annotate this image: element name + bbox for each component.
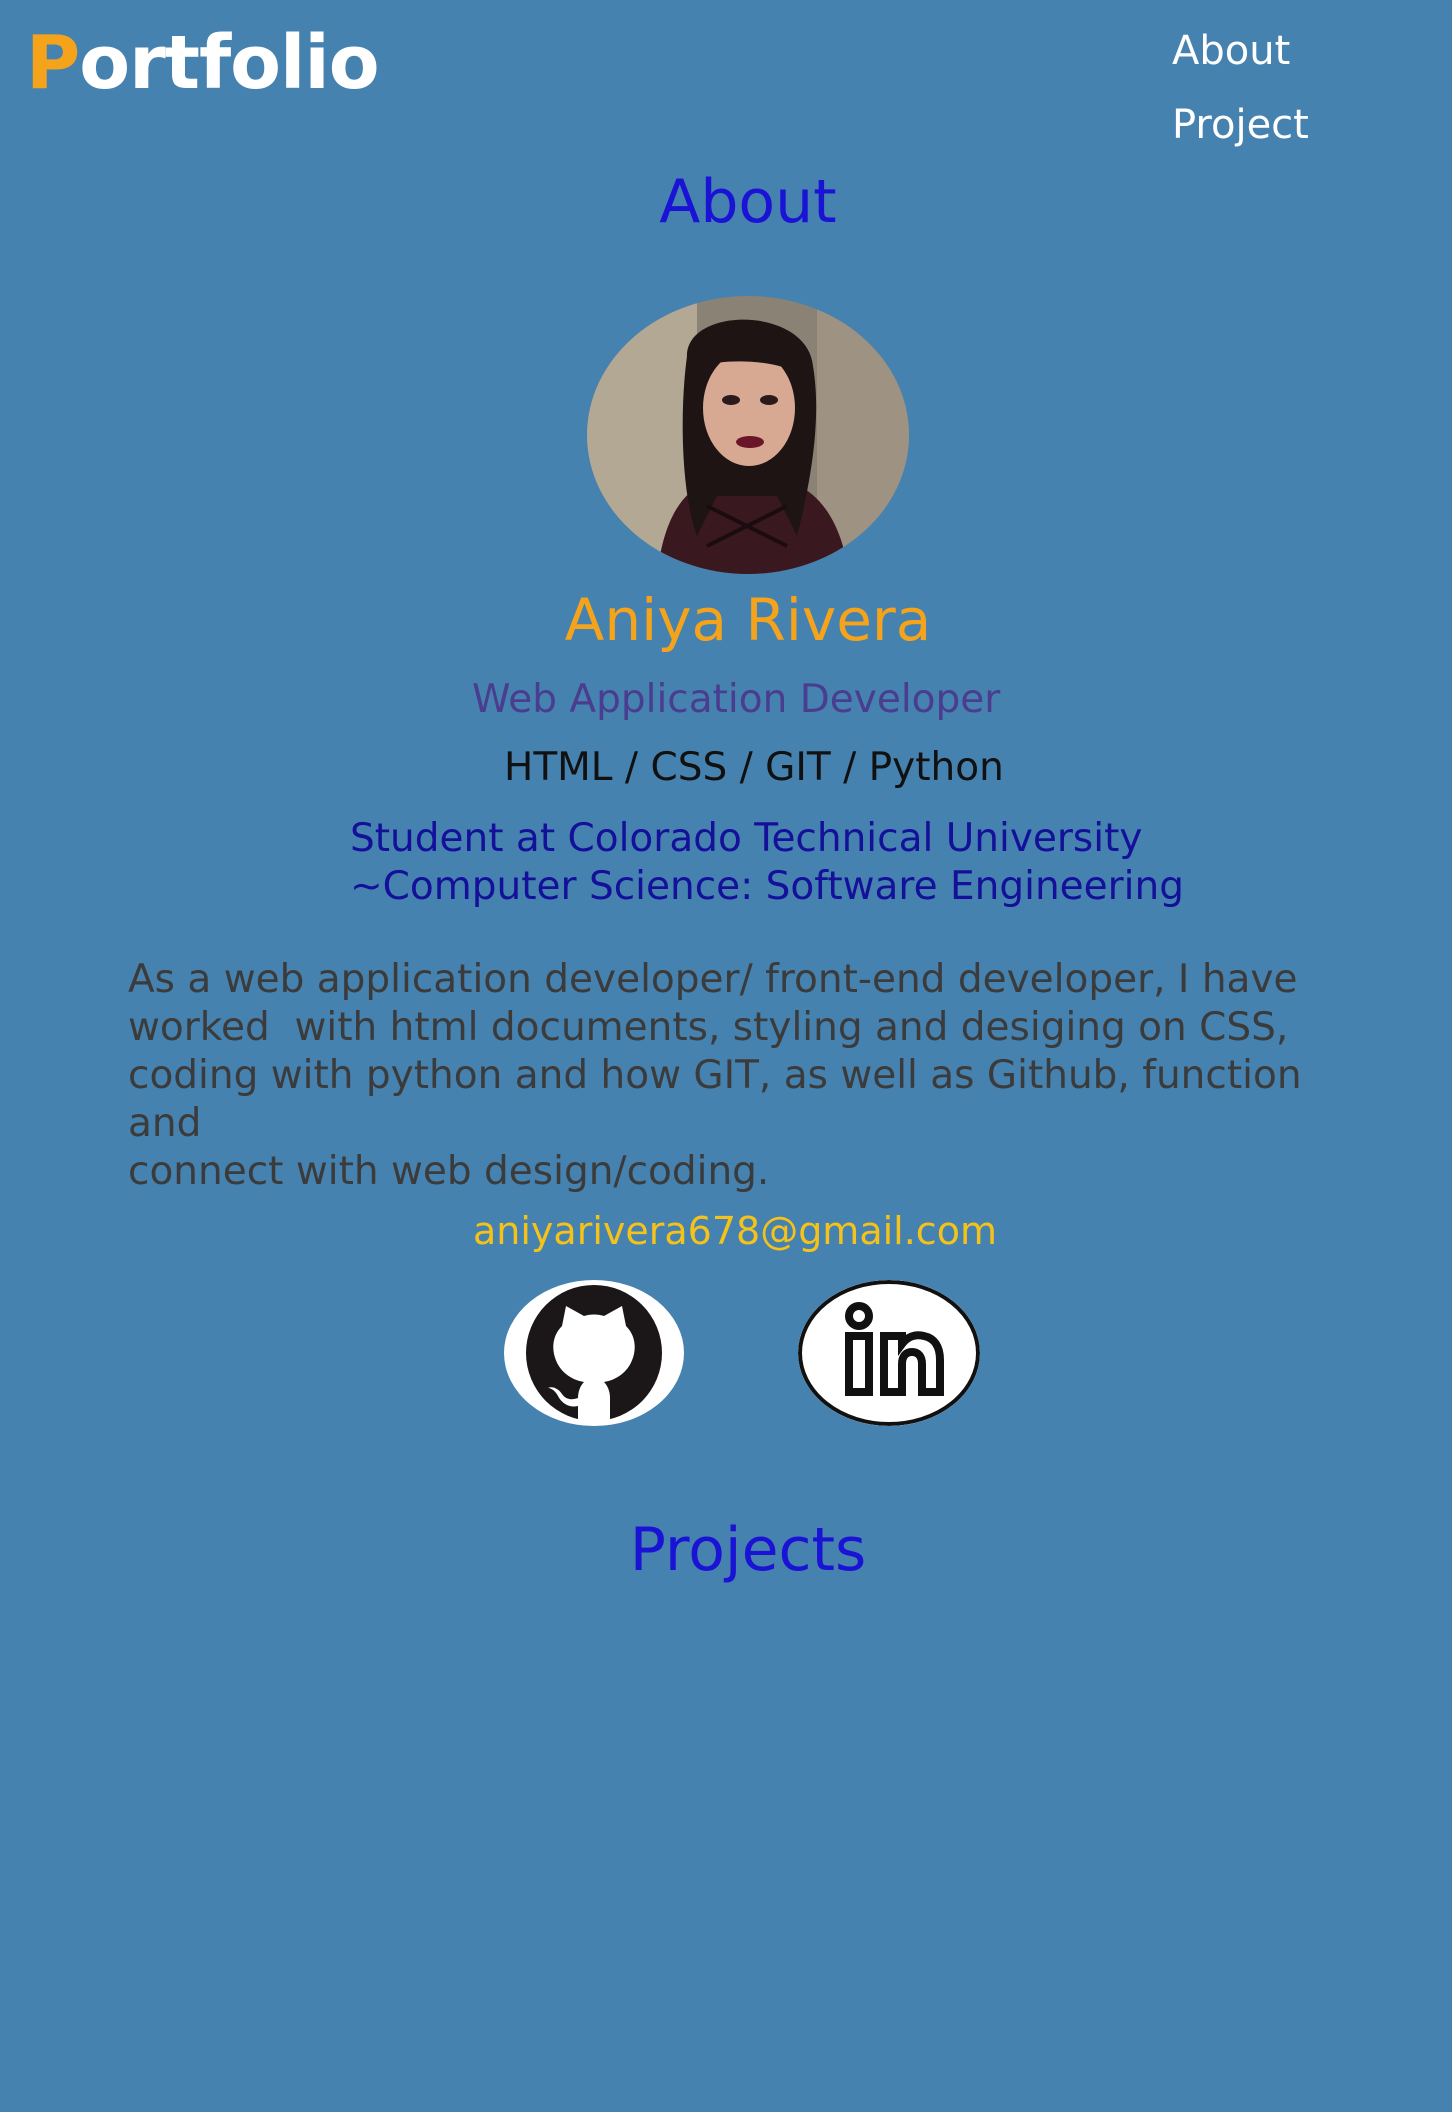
profile-bio: As a web application developer/ front-en… — [128, 957, 1302, 1194]
education-school: Student at Colorado Technical University — [350, 816, 1143, 861]
site-logo[interactable]: Portfolio — [26, 18, 380, 108]
github-icon — [526, 1285, 662, 1422]
profile-name: Aniya Rivera — [564, 586, 932, 654]
education-major: ~Computer Science: Software Engineering — [350, 864, 1184, 909]
education-block: Student at Colorado Technical University… — [350, 815, 1184, 911]
nav-project-link[interactable]: Project — [1172, 88, 1309, 162]
profile-photo-image — [587, 296, 909, 574]
email-link[interactable]: aniyarivera678@gmail.com — [473, 1205, 997, 1257]
nav-about-link[interactable]: About — [1172, 14, 1309, 88]
about-heading: About — [659, 167, 837, 237]
logo-initial: P — [26, 20, 80, 106]
main-nav: About Project — [1172, 14, 1309, 162]
profile-skills: HTML / CSS / GIT / Python — [504, 745, 1004, 790]
projects-heading: Projects — [629, 1515, 867, 1585]
portfolio-page: Portfolio About Project About Aniya Rive… — [0, 0, 1452, 2112]
profile-photo — [587, 296, 909, 574]
linkedin-icon — [798, 1280, 980, 1426]
logo-text: ortfolio — [79, 20, 379, 106]
profile-role: Web Application Developer — [472, 677, 1001, 722]
linkedin-link[interactable] — [798, 1280, 980, 1426]
github-link[interactable] — [504, 1280, 684, 1426]
